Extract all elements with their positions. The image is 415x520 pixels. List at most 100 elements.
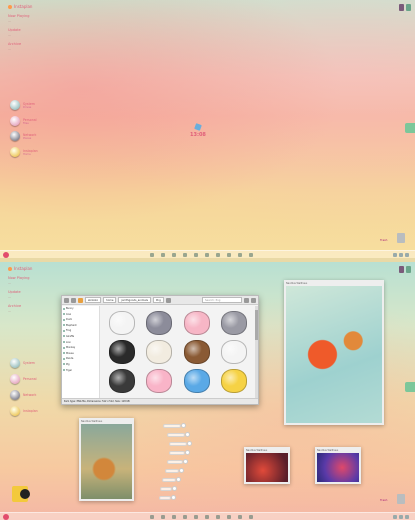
sidebar-item[interactable]: Tiger (62, 368, 99, 374)
tray-icon[interactable] (393, 252, 397, 257)
user-icon[interactable] (399, 266, 404, 273)
stack-item[interactable] (157, 422, 197, 429)
task-icon[interactable] (161, 252, 165, 257)
file-item-panda[interactable] (104, 309, 140, 336)
task-icon[interactable] (216, 514, 220, 519)
task-icon[interactable] (161, 514, 165, 519)
task-icon[interactable] (249, 252, 253, 257)
computer-icon (10, 358, 20, 368)
user-icon[interactable] (399, 4, 404, 11)
task-icon[interactable] (238, 514, 242, 519)
dock-item-home[interactable]: Instaplan Home (10, 147, 38, 157)
trash-label: Trash (380, 498, 388, 502)
dock-item-home[interactable]: Instaplan (10, 406, 38, 416)
network-icon (10, 390, 20, 400)
scrollbar-thumb[interactable] (255, 310, 258, 340)
dock-item-system[interactable]: System Drives (10, 100, 35, 110)
dock-item-system[interactable]: System (10, 358, 35, 368)
file-item-elephant[interactable] (142, 309, 178, 336)
stack-item[interactable] (157, 440, 197, 447)
back-icon[interactable] (64, 297, 69, 303)
photo-window-birds[interactable]: Nautilus Wallhaus (284, 280, 384, 425)
dock-item-personal[interactable]: Personal Files (10, 116, 37, 126)
file-item-chicken[interactable] (217, 368, 253, 395)
breadcrumb-segment[interactable]: home (103, 297, 117, 303)
file-item-bird[interactable] (179, 368, 215, 395)
tray-icon[interactable] (399, 252, 403, 257)
task-icon[interactable] (194, 252, 198, 257)
task-icons (150, 514, 253, 519)
home-icon[interactable] (78, 297, 83, 303)
task-icon[interactable] (238, 252, 242, 257)
tray-icon[interactable] (393, 514, 397, 519)
search-input[interactable]: Search: Png (202, 297, 242, 303)
file-item-pig[interactable] (179, 309, 215, 336)
dock-item-label: Instaplan (23, 409, 38, 413)
bird-icon (183, 369, 210, 394)
photo-window-blur-warm[interactable]: Nautilus Wallhaus (244, 447, 290, 484)
widget-section-sub: — (8, 19, 11, 23)
moon-weather-icon[interactable] (12, 486, 30, 502)
desktop-screen-2: Instaplan Now Playing — Update — Archive… (0, 262, 415, 520)
task-icon[interactable] (227, 252, 231, 257)
task-icon[interactable] (150, 514, 154, 519)
task-icon[interactable] (227, 514, 231, 519)
task-icon[interactable] (216, 252, 220, 257)
trash-icon[interactable] (397, 494, 405, 504)
stack-item[interactable] (157, 458, 197, 465)
widget-section-now-playing[interactable]: Now Playing (8, 14, 88, 18)
breadcrumb-segment[interactable]: sbrkoko (85, 297, 102, 303)
file-item-piglet[interactable] (142, 368, 178, 395)
top-right-icons (399, 4, 411, 11)
view-list-icon[interactable] (251, 297, 256, 303)
file-item-sheep[interactable] (142, 338, 178, 365)
scrollbar[interactable] (255, 306, 258, 398)
file-item-penguin[interactable] (104, 338, 140, 365)
stack-item[interactable] (157, 485, 197, 492)
photo-window-blur-cool[interactable]: Nautilus Wallhaus (315, 447, 361, 484)
file-item-cow[interactable] (217, 338, 253, 365)
dock-item-network[interactable]: Network Places (10, 131, 36, 141)
android-icon[interactable] (406, 4, 411, 11)
task-icon[interactable] (205, 252, 209, 257)
forward-icon[interactable] (71, 297, 76, 303)
side-panel-tab[interactable] (405, 123, 415, 133)
dock-item-network[interactable]: Network (10, 390, 36, 400)
stack-item[interactable] (157, 431, 197, 438)
task-icon[interactable] (172, 514, 176, 519)
breadcrumb-segment[interactable]: jsmthgoods_animals (118, 297, 151, 303)
file-item-bear[interactable] (179, 338, 215, 365)
dock-item-personal[interactable]: Personal (10, 374, 37, 384)
task-icon[interactable] (172, 252, 176, 257)
breadcrumb-segment[interactable]: Png (152, 297, 164, 303)
dock-item-sub: Drives (23, 105, 32, 109)
widget-section-update[interactable]: Update (8, 28, 88, 32)
task-icon[interactable] (150, 252, 154, 257)
stack-item[interactable] (157, 494, 197, 501)
tray-icon[interactable] (405, 252, 409, 257)
trash-icon[interactable] (397, 233, 405, 243)
file-item-hippo[interactable] (217, 309, 253, 336)
task-icon[interactable] (249, 514, 253, 519)
widget-section-archive[interactable]: Archive (8, 42, 88, 46)
widget-section-update[interactable]: Update (8, 290, 88, 294)
file-item-cat[interactable] (104, 368, 140, 395)
tray-icon[interactable] (405, 514, 409, 519)
tray-icon[interactable] (399, 514, 403, 519)
start-menu-icon[interactable] (3, 251, 9, 258)
photo-window-bird-nest[interactable]: Nautilus Wallhaus (79, 418, 134, 501)
task-icon[interactable] (194, 514, 198, 519)
sheep-icon (146, 339, 173, 364)
stack-item[interactable] (157, 467, 197, 474)
task-icon[interactable] (183, 252, 187, 257)
reload-icon[interactable] (165, 297, 171, 303)
task-icon[interactable] (205, 514, 209, 519)
android-icon[interactable] (406, 266, 411, 273)
widget-section-now-playing[interactable]: Now Playing (8, 276, 88, 280)
stack-item[interactable] (157, 476, 197, 483)
task-icon[interactable] (183, 514, 187, 519)
start-menu-icon[interactable] (3, 513, 9, 520)
stack-item[interactable] (157, 449, 197, 456)
view-grid-icon[interactable] (244, 297, 249, 303)
side-panel-tab[interactable] (405, 382, 415, 392)
